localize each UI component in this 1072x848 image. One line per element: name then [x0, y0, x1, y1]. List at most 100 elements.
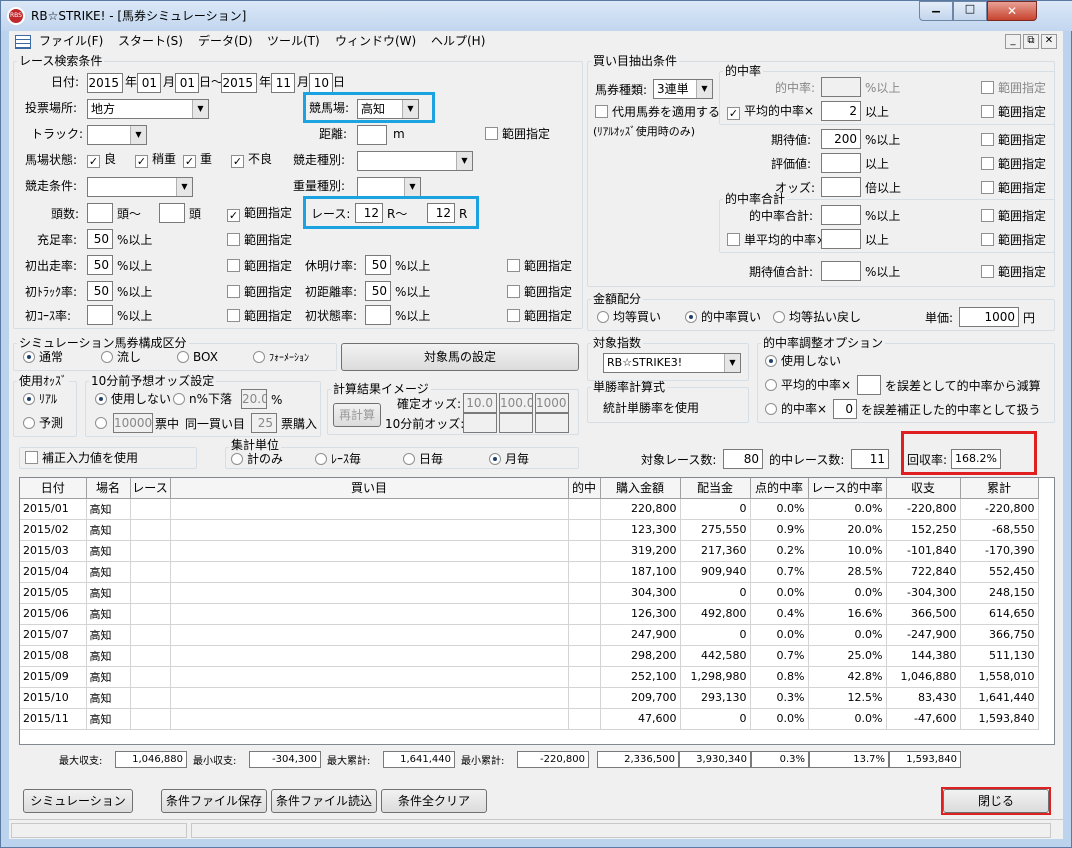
menu-start[interactable]: スタート(S)	[118, 34, 183, 48]
heads-from[interactable]	[87, 203, 113, 223]
avg-range-check[interactable]: 範囲指定	[981, 105, 1046, 119]
odds10-count-input[interactable]: 25	[251, 413, 277, 433]
save-conditions-button[interactable]: 条件ファイル保存	[161, 789, 267, 813]
menu-help[interactable]: ヘルプ(H)	[431, 34, 485, 48]
money-hit-radio[interactable]: 的中率買い	[685, 311, 761, 324]
adjust-avg-radio[interactable]: 平均的中率×	[765, 379, 851, 392]
first-cond-input[interactable]	[365, 305, 391, 325]
col-cumulative[interactable]: 累計	[960, 478, 1039, 499]
table-row[interactable]: 2015/01 高知 220,800 0 0.0% 0.0% -220,800 -220,80…	[20, 498, 1039, 520]
odds10-vote-radio[interactable]	[95, 417, 107, 430]
first-course-range-check[interactable]: 範囲指定	[227, 309, 292, 323]
sim-nagashi-radio[interactable]: 流し	[101, 351, 141, 364]
race-cond-select[interactable]: ▼	[87, 177, 193, 197]
expect-input[interactable]: 200	[821, 129, 861, 149]
first-run-input[interactable]: 50	[87, 255, 113, 275]
expect-sum-input[interactable]	[821, 261, 861, 281]
col-race-hit[interactable]: レース的中率	[808, 478, 887, 499]
table-row[interactable]: 2015/08 高知 298,200 442,580 0.7% 25.0% 144,380 5…	[20, 645, 1039, 667]
table-row[interactable]: 2015/07 高知 247,900 0 0.0% 0.0% -247,900 366,750	[20, 624, 1039, 646]
heads-range-check[interactable]: ✓ 範囲指定	[227, 207, 292, 222]
col-race[interactable]: レース	[130, 478, 171, 499]
eval-input[interactable]	[821, 153, 861, 173]
odds10-pct-radio[interactable]: n%下落	[173, 393, 232, 406]
maximize-button[interactable]: □	[953, 1, 987, 21]
col-venue[interactable]: 場名	[86, 478, 131, 499]
hit-sum-input[interactable]	[821, 205, 861, 225]
expect-sum-range-check[interactable]: 範囲指定	[981, 265, 1046, 279]
money-payout-radio[interactable]: 均等払い戻し	[773, 311, 861, 324]
clear-conditions-button[interactable]: 条件全クリア	[381, 789, 487, 813]
table-row[interactable]: 2015/04 高知 187,100 909,940 0.7% 28.5% 722,840 5…	[20, 561, 1039, 583]
heads-to[interactable]	[159, 203, 185, 223]
table-row[interactable]: 2015/10 高知 209,700 293,130 0.3% 12.5% 83,430 1,…	[20, 687, 1039, 709]
odds-input[interactable]	[821, 177, 861, 197]
close-button[interactable]: ✕	[987, 1, 1037, 21]
day-to[interactable]: 10	[309, 73, 333, 93]
col-payout[interactable]: 配当金	[680, 478, 751, 499]
table-row[interactable]: 2015/11 高知 47,600 0 0.0% 0.0% -47,600 1,593,840	[20, 708, 1039, 730]
first-track-input[interactable]: 50	[87, 281, 113, 301]
mdi-min-button[interactable]: _	[1005, 34, 1021, 49]
odds-predict-radio[interactable]: 予測	[23, 417, 63, 430]
cond-slightly-heavy-check[interactable]: ✓ 稍重	[135, 153, 176, 168]
agg-day-radio[interactable]: 日毎	[403, 453, 443, 466]
hit-rate-input[interactable]	[821, 77, 861, 97]
fill-range-check[interactable]: 範囲指定	[227, 233, 292, 247]
menu-data[interactable]: データ(D)	[198, 34, 253, 48]
sim-normal-radio[interactable]: 通常	[23, 351, 63, 364]
load-conditions-button[interactable]: 条件ファイル読込	[271, 789, 377, 813]
results-grid[interactable]: 日付 場名 レース 買い目 的中 購入金額 配当金 点的中率 レース的中率 収支…	[19, 477, 1055, 745]
rest-range-check[interactable]: 範囲指定	[507, 259, 572, 273]
cond-good-check[interactable]: ✓ 良	[87, 153, 116, 168]
col-hit[interactable]: 的中	[568, 478, 601, 499]
table-row[interactable]: 2015/09 高知 252,100 1,298,980 0.8% 42.8% 1,046,…	[20, 666, 1039, 688]
year-from[interactable]: 2015	[87, 73, 123, 93]
hit-range-check[interactable]: 範囲指定	[981, 81, 1046, 95]
table-row[interactable]: 2015/03 高知 319,200 217,360 0.2% 10.0% -101,840…	[20, 540, 1039, 562]
avg-hit-check[interactable]: ✓ 平均的中率×	[727, 105, 814, 120]
weight-select[interactable]: ▼	[357, 177, 421, 197]
menu-tools[interactable]: ツール(T)	[267, 34, 320, 48]
sim-box-radio[interactable]: BOX	[177, 351, 218, 364]
odds-real-radio[interactable]: ﾘｱﾙ	[23, 393, 57, 406]
adjust-none-radio[interactable]: 使用しない	[765, 355, 841, 368]
single-avg-input[interactable]	[821, 229, 861, 249]
index-select[interactable]: RB☆STRIKE3! ▼	[603, 353, 741, 373]
day-from[interactable]: 01	[175, 73, 199, 93]
distance-input[interactable]	[357, 125, 387, 145]
agg-race-radio[interactable]: ﾚｰｽ毎	[315, 453, 361, 466]
odds10-none-radio[interactable]: 使用しない	[95, 393, 171, 406]
mdi-restore-button[interactable]: ⧉	[1023, 34, 1039, 49]
fix-input-check[interactable]: 補正入力値を使用	[25, 451, 138, 465]
rest-input[interactable]: 50	[365, 255, 391, 275]
odds10-pct-input[interactable]: 20.0	[241, 389, 267, 409]
first-run-range-check[interactable]: 範囲指定	[227, 259, 292, 273]
col-purchase[interactable]: 購入金額	[600, 478, 681, 499]
table-row[interactable]: 2015/05 高知 304,300 0 0.0% 0.0% -304,300 248,150	[20, 582, 1039, 604]
odds-range-check[interactable]: 範囲指定	[981, 181, 1046, 195]
odds10-vote-input[interactable]: 10000	[113, 413, 153, 433]
month-from[interactable]: 01	[137, 73, 161, 93]
simulation-button[interactable]: シミュレーション	[23, 789, 133, 813]
first-cond-range-check[interactable]: 範囲指定	[507, 309, 572, 323]
mdi-close-button[interactable]: ✕	[1041, 34, 1057, 49]
first-dist-range-check[interactable]: 範囲指定	[507, 285, 572, 299]
distance-range-check[interactable]: 範囲指定	[485, 127, 550, 141]
col-point-hit[interactable]: 点的中率	[750, 478, 809, 499]
fill-rate-input[interactable]: 50	[87, 229, 113, 249]
month-to[interactable]: 11	[271, 73, 295, 93]
first-dist-input[interactable]: 50	[365, 281, 391, 301]
race-type-select[interactable]: ▼	[357, 151, 473, 171]
unit-price-input[interactable]: 1000	[959, 307, 1019, 327]
target-horse-button[interactable]: 対象馬の設定	[341, 343, 579, 371]
table-row[interactable]: 2015/02 高知 123,300 275,550 0.9% 20.0% 152,250-…	[20, 519, 1039, 541]
alt-ticket-check[interactable]: 代用馬券を適用する	[595, 105, 720, 119]
cond-bad-check[interactable]: ✓ 不良	[231, 153, 272, 168]
sim-formation-radio[interactable]: ﾌｫｰﾒｰｼｮﾝ	[253, 351, 309, 365]
adjust-avg-input[interactable]	[857, 375, 881, 395]
menu-window[interactable]: ウィンドウ(W)	[335, 34, 416, 48]
money-equal-radio[interactable]: 均等買い	[597, 311, 661, 324]
col-buy[interactable]: 買い目	[170, 478, 569, 499]
table-row[interactable]: 2015/06 高知 126,300 492,800 0.4% 16.6% 366,500 6…	[20, 603, 1039, 625]
